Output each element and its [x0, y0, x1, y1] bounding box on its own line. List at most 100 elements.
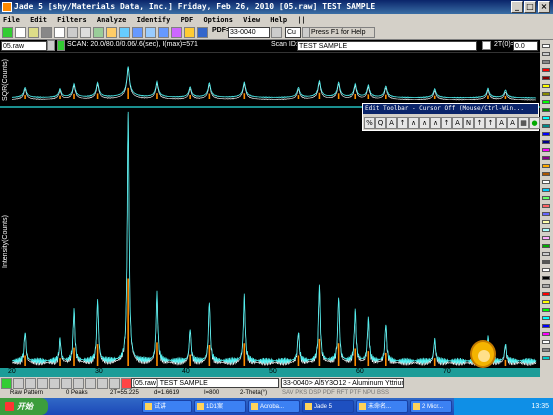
intensity-plot[interactable]: Intensity(Counts): [0, 106, 540, 368]
palette-swatch[interactable]: [542, 244, 550, 248]
menu-pause[interactable]: ||: [297, 16, 305, 24]
menu-identify[interactable]: Identify: [137, 16, 171, 24]
lower-icon[interactable]: ↑: [485, 117, 496, 129]
open-icon[interactable]: [15, 27, 26, 38]
cursor-off-icon[interactable]: %: [364, 117, 375, 129]
palette-swatch[interactable]: [542, 340, 550, 344]
palette-swatch[interactable]: [542, 68, 550, 72]
zoom-out-icon[interactable]: [25, 378, 36, 389]
label-a-icon[interactable]: A: [496, 117, 507, 129]
palette-swatch[interactable]: [542, 196, 550, 200]
file-dropdown[interactable]: [47, 40, 55, 51]
scroll-right-icon[interactable]: [73, 378, 84, 389]
palette-swatch[interactable]: [542, 108, 550, 112]
text-label-icon[interactable]: A: [386, 117, 397, 129]
palette-swatch[interactable]: [542, 140, 550, 144]
palette-swatch[interactable]: [542, 164, 550, 168]
palette-swatch[interactable]: [542, 332, 550, 336]
pdf-card-field[interactable]: 33-0040> Al5Y3O12 - Aluminum Yttrium Oxi…: [281, 378, 404, 388]
label-b-icon[interactable]: A: [507, 117, 518, 129]
palette-swatch[interactable]: [542, 220, 550, 224]
palette-swatch[interactable]: [542, 300, 550, 304]
chart-icon[interactable]: [93, 27, 104, 38]
expand-icon[interactable]: [61, 378, 72, 389]
grid-icon[interactable]: [67, 27, 78, 38]
target-element-select[interactable]: Cu: [285, 27, 301, 38]
palette-swatch[interactable]: [542, 236, 550, 240]
print-icon[interactable]: [54, 27, 65, 38]
search-icon[interactable]: [158, 27, 169, 38]
task-2[interactable]: 1D1案: [194, 400, 246, 413]
pdf-number-input[interactable]: 33-0040: [228, 27, 270, 38]
palette-swatch[interactable]: [542, 124, 550, 128]
folder-icon[interactable]: [28, 27, 39, 38]
green-dot-icon[interactable]: ●: [529, 117, 540, 129]
palette-swatch[interactable]: [542, 156, 550, 160]
current-file-field[interactable]: [05.raw] TEST SAMPLE: [131, 378, 279, 388]
grid-icon[interactable]: ▦: [518, 117, 529, 129]
menu-edit[interactable]: Edit: [30, 16, 47, 24]
palette-swatch[interactable]: [542, 172, 550, 176]
twotheta-input[interactable]: 0.0: [513, 41, 538, 51]
scan-id-field[interactable]: TEST SAMPLE: [297, 41, 477, 51]
palette-swatch[interactable]: [542, 284, 550, 288]
palette-swatch[interactable]: [542, 100, 550, 104]
close-button[interactable]: ×: [538, 1, 550, 13]
palette-swatch[interactable]: [542, 148, 550, 152]
peak-icon[interactable]: [106, 27, 117, 38]
full-view-icon[interactable]: [97, 378, 108, 389]
annotate-icon[interactable]: A: [452, 117, 463, 129]
fit-icon[interactable]: [145, 27, 156, 38]
add-peak-icon[interactable]: ↑: [397, 117, 408, 129]
edit-icon[interactable]: [119, 27, 130, 38]
palette-swatch[interactable]: [542, 268, 550, 272]
palette-swatch[interactable]: [542, 132, 550, 136]
zoom-in-icon[interactable]: [37, 378, 48, 389]
menu-filters[interactable]: Filters: [57, 16, 87, 24]
task-5[interactable]: 未命名...: [356, 400, 408, 413]
maximize-button[interactable]: □: [524, 1, 536, 13]
fit-icon[interactable]: [85, 378, 96, 389]
ab-icon[interactable]: [132, 27, 143, 38]
move-icon[interactable]: [49, 378, 60, 389]
palette-swatch[interactable]: [542, 116, 550, 120]
palette-swatch[interactable]: [542, 260, 550, 264]
task-6[interactable]: 2 Micr...: [410, 400, 452, 413]
start-button[interactable]: 开始: [0, 398, 48, 415]
palette-swatch[interactable]: [542, 324, 550, 328]
peak-fit-icon[interactable]: ∧: [408, 117, 419, 129]
file-select[interactable]: 05.raw: [1, 41, 47, 51]
palette-swatch[interactable]: [542, 84, 550, 88]
identify-icon[interactable]: [184, 27, 195, 38]
zoom-icon[interactable]: [197, 27, 208, 38]
menu-help[interactable]: Help: [270, 16, 287, 24]
scroll-left-icon[interactable]: [13, 378, 24, 389]
export-icon[interactable]: [80, 27, 91, 38]
palette-swatch[interactable]: [542, 44, 550, 48]
bottom-help-icon[interactable]: [1, 378, 12, 389]
palette-swatch[interactable]: [542, 316, 550, 320]
menu-view[interactable]: View: [243, 16, 260, 24]
task-1[interactable]: 试讲: [142, 400, 192, 413]
scan-nav-icon[interactable]: [57, 40, 65, 51]
palette-swatch[interactable]: [542, 348, 550, 352]
noise-icon[interactable]: N: [463, 117, 474, 129]
edit-toolbar-window[interactable]: Edit Toolbar - Cursor Off (Mouse/Ctrl-Wi…: [362, 103, 540, 131]
palette-swatch[interactable]: [542, 188, 550, 192]
save-icon[interactable]: [41, 27, 52, 38]
menu-options[interactable]: Options: [203, 16, 233, 24]
palette-swatch[interactable]: [542, 308, 550, 312]
profile-icon[interactable]: ∧: [430, 117, 441, 129]
palette-swatch[interactable]: [542, 356, 550, 360]
minimize-button[interactable]: _: [511, 1, 523, 13]
palette-swatch[interactable]: [542, 52, 550, 56]
palette-swatch[interactable]: [542, 292, 550, 296]
task-4[interactable]: Jade 5: [302, 400, 354, 413]
palette-swatch[interactable]: [542, 252, 550, 256]
palette-swatch[interactable]: [542, 204, 550, 208]
pdf-dropdown[interactable]: [271, 27, 282, 38]
raise-icon[interactable]: ↑: [474, 117, 485, 129]
palette-swatch[interactable]: [542, 212, 550, 216]
menu-analyze[interactable]: Analyze: [97, 16, 127, 24]
palette-swatch[interactable]: [542, 60, 550, 64]
